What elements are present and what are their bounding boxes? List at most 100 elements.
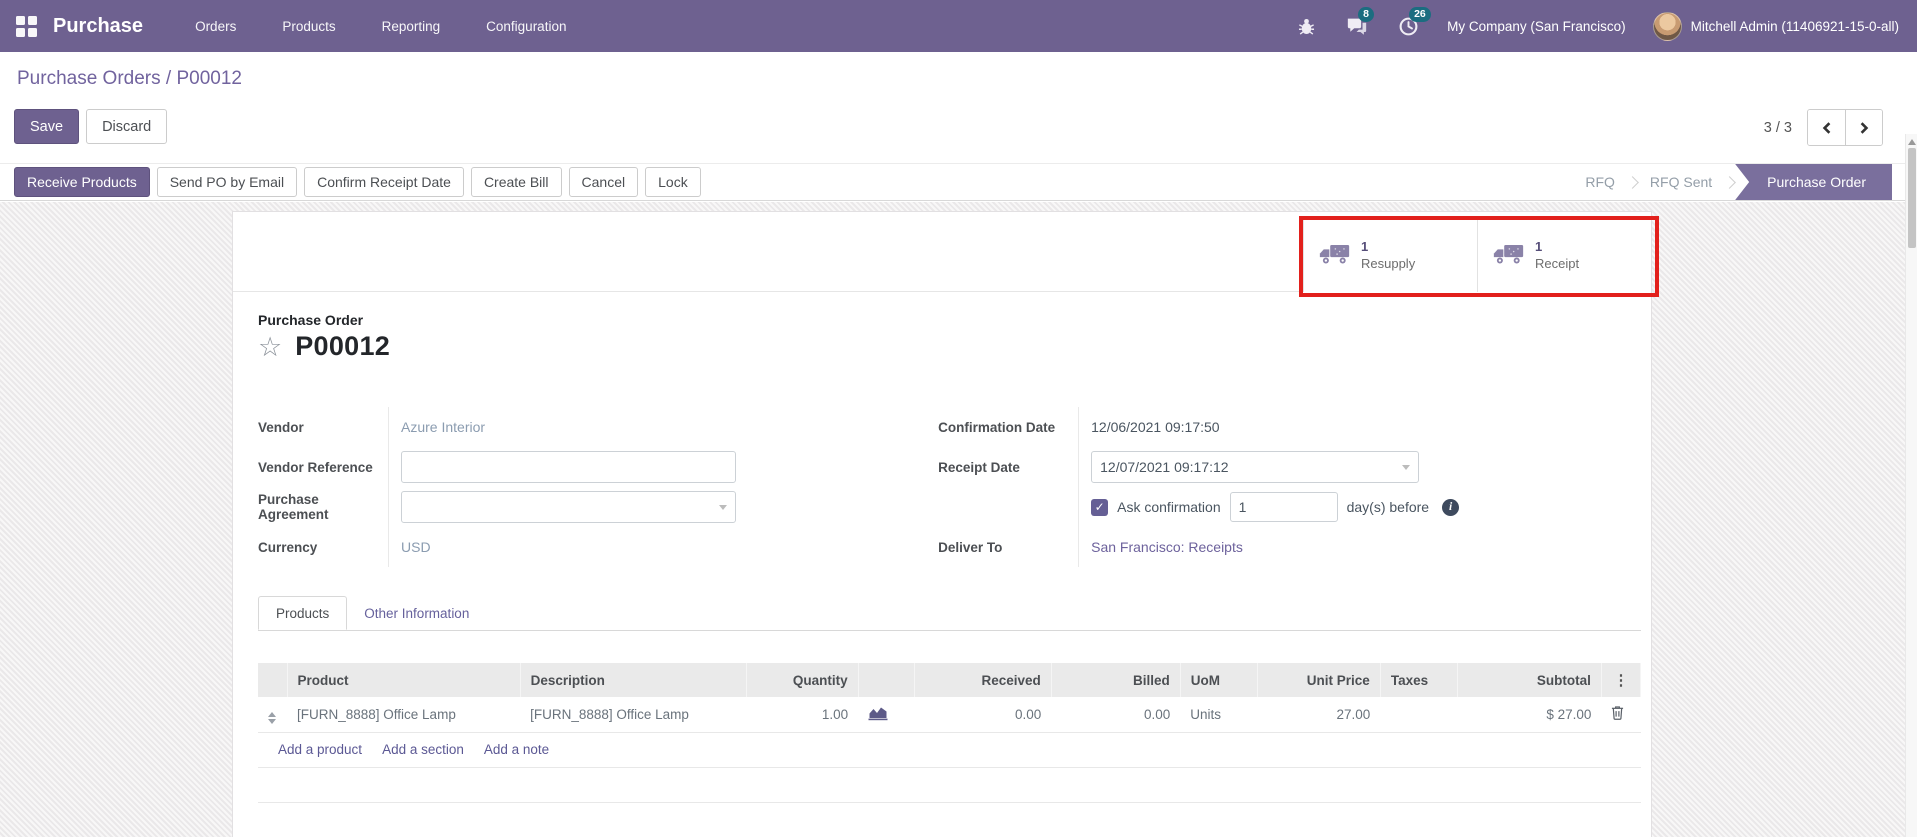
forecast-column-header (858, 663, 915, 697)
uom-column-header[interactable]: UoM (1180, 663, 1258, 697)
vendor-value-link[interactable]: Azure Interior (401, 419, 485, 435)
menu-products[interactable]: Products (282, 19, 335, 34)
state-purchase-order-active[interactable]: Purchase Order (1735, 164, 1892, 200)
deliver-to-value-link[interactable]: San Francisco: Receipts (1091, 539, 1243, 555)
subtotal-column-header[interactable]: Subtotal (1457, 663, 1602, 697)
forecast-chart-icon[interactable] (868, 705, 888, 721)
cancel-button[interactable]: Cancel (568, 167, 639, 197)
row-received-cell[interactable]: 0.00 (914, 697, 1052, 733)
record-pager: 3 / 3 (1764, 109, 1883, 146)
quantity-column-header[interactable]: Quantity (746, 663, 859, 697)
row-quantity-cell[interactable]: 1.00 (746, 697, 859, 733)
row-billed-cell[interactable]: 0.00 (1051, 697, 1181, 733)
menu-configuration[interactable]: Configuration (486, 19, 566, 34)
pager-previous-button[interactable] (1808, 110, 1845, 145)
table-empty-filler-row (258, 767, 1641, 803)
confirm-receipt-date-button[interactable]: Confirm Receipt Date (304, 167, 464, 197)
table-header-row: Product Description Quantity Received Bi… (258, 663, 1642, 697)
table-row[interactable]: [FURN_8888] Office Lamp [FURN_8888] Offi… (258, 697, 1641, 733)
resupply-label: Resupply (1361, 255, 1416, 271)
state-rfq[interactable]: RFQ (1573, 174, 1627, 190)
discard-button[interactable]: Discard (86, 109, 168, 144)
product-column-header[interactable]: Product (287, 663, 521, 697)
favorite-star-icon[interactable]: ☆ (258, 333, 282, 361)
tab-products[interactable]: Products (258, 596, 348, 630)
drag-handle-icon[interactable] (268, 711, 276, 724)
smart-button-box: 1 Resupply 1 Receipt (1303, 217, 1651, 292)
add-a-section-link[interactable]: Add a section (382, 742, 464, 757)
vertical-scrollbar[interactable] (1905, 134, 1917, 837)
pager-next-button[interactable] (1845, 110, 1882, 145)
navbar-systray: 8 26 My Company (San Francisco) Mitchell… (1294, 7, 1899, 41)
menu-reporting[interactable]: Reporting (382, 19, 441, 34)
ask-confirmation-label: Ask confirmation (1117, 499, 1221, 515)
chevron-left-icon (1822, 121, 1830, 134)
row-subtotal-cell[interactable]: $ 27.00 (1457, 697, 1602, 733)
state-separator-icon (1626, 175, 1639, 189)
page-title: P00012 (295, 331, 391, 361)
billed-column-header[interactable]: Billed (1051, 663, 1181, 697)
apps-menu-icon[interactable] (16, 15, 37, 37)
trash-icon[interactable] (1611, 705, 1624, 721)
vendor-reference-label: Vendor Reference (258, 447, 389, 487)
user-avatar (1652, 11, 1682, 41)
receipt-date-input[interactable] (1091, 451, 1420, 483)
unit-price-column-header[interactable]: Unit Price (1257, 663, 1381, 697)
days-before-input[interactable] (1229, 492, 1338, 522)
save-button[interactable]: Save (14, 109, 80, 144)
scrollbar-thumb[interactable] (1907, 148, 1916, 248)
receipt-label: Receipt (1535, 255, 1580, 271)
pager-count: 3 / 3 (1763, 119, 1792, 136)
send-po-by-email-button[interactable]: Send PO by Email (156, 167, 298, 197)
messages-icon[interactable]: 8 (1345, 7, 1374, 38)
purchase-agreement-label: Purchase Agreement (258, 487, 389, 527)
button-box-strip: 1 Resupply 1 Receipt (233, 212, 1659, 297)
kebab-menu-icon[interactable]: ⋮ (1612, 671, 1630, 689)
currency-value-link[interactable]: USD (401, 539, 431, 555)
row-unit-price-cell[interactable]: 27.00 (1257, 697, 1381, 733)
state-rfq-sent[interactable]: RFQ Sent (1638, 174, 1724, 190)
receipt-smart-button[interactable]: 1 Receipt (1477, 217, 1651, 292)
empty-label-cell (938, 487, 1080, 527)
resupply-smart-button[interactable]: 1 Resupply (1303, 217, 1477, 292)
row-product-cell[interactable]: [FURN_8888] Office Lamp (287, 697, 521, 733)
row-description-cell[interactable]: [FURN_8888] Office Lamp (520, 697, 747, 733)
notebook: Products Other Information Product Descr… (258, 596, 1642, 803)
menu-orders[interactable]: Orders (195, 19, 236, 34)
state-separator-icon (1723, 175, 1737, 189)
truck-icon (1319, 245, 1350, 264)
messages-badge: 8 (1358, 7, 1374, 22)
debug-bug-icon[interactable] (1294, 14, 1318, 38)
info-icon[interactable]: i (1442, 498, 1460, 516)
lock-button[interactable]: Lock (645, 167, 701, 197)
tab-other-information[interactable]: Other Information (347, 596, 486, 630)
breadcrumb-parent[interactable]: Purchase Orders (17, 68, 161, 89)
form-statusbar: Receive Products Send PO by Email Confir… (0, 163, 1905, 201)
description-column-header[interactable]: Description (520, 663, 747, 697)
row-taxes-cell[interactable] (1380, 697, 1458, 733)
add-a-product-link[interactable]: Add a product (278, 742, 362, 757)
activities-clock-icon[interactable]: 26 (1396, 7, 1431, 38)
scrollbar-up-arrow-icon[interactable] (1907, 139, 1916, 145)
breadcrumb: Purchase Orders / P00012 (17, 68, 242, 90)
company-switcher[interactable]: My Company (San Francisco) (1447, 19, 1626, 34)
purchase-agreement-input[interactable] (401, 491, 736, 523)
received-column-header[interactable]: Received (914, 663, 1052, 697)
row-uom-cell[interactable]: Units (1180, 697, 1258, 733)
table-links-row: Add a product Add a section Add a note (258, 732, 1641, 768)
add-a-note-link[interactable]: Add a note (484, 742, 549, 757)
deliver-to-label: Deliver To (938, 527, 1080, 567)
receive-products-button[interactable]: Receive Products (14, 167, 150, 197)
form-view-background: 1 Resupply 1 Receipt Purchase Order ☆ P0… (0, 202, 1905, 837)
create-bill-button[interactable]: Create Bill (470, 167, 562, 197)
tab-bar: Products Other Information (258, 596, 1641, 631)
vendor-reference-input[interactable] (401, 451, 736, 483)
check-icon: ✓ (1094, 500, 1105, 514)
control-panel: Purchase Orders / P00012 Save Discard 3 … (0, 52, 1917, 163)
taxes-column-header[interactable]: Taxes (1380, 663, 1458, 697)
app-brand[interactable]: Purchase (53, 15, 143, 38)
currency-label: Currency (258, 527, 389, 567)
state-ribbon: RFQ RFQ Sent Purchase Order (1573, 164, 1892, 200)
ask-confirmation-checkbox[interactable]: ✓ (1091, 498, 1109, 516)
user-menu[interactable]: Mitchell Admin (11406921-15-0-all) (1652, 11, 1899, 41)
